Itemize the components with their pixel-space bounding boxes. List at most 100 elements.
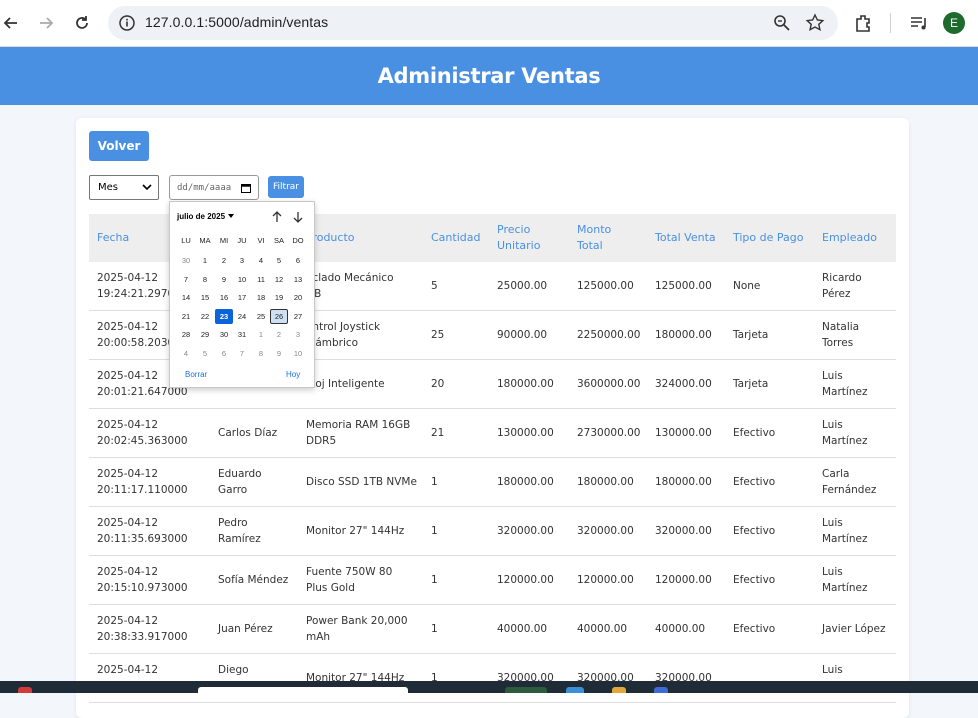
cantidad-cell: 21 bbox=[431, 427, 445, 439]
calendar-day[interactable]: 31 bbox=[233, 327, 251, 342]
calendar-day[interactable]: 1 bbox=[196, 253, 214, 268]
cantidad-cell: 25 bbox=[431, 329, 445, 341]
calendar-day[interactable]: 6 bbox=[215, 346, 233, 361]
fecha-cell: 2025-04-12 bbox=[97, 370, 159, 382]
header-cantidad: Cantidad bbox=[431, 231, 481, 244]
header-empleado: Empleado bbox=[822, 231, 877, 244]
empleado-cell: Javier López bbox=[822, 623, 886, 635]
cantidad-cell: 20 bbox=[431, 378, 445, 390]
taskbar-app-icon[interactable] bbox=[18, 687, 32, 693]
empleado-cell: Luis bbox=[822, 370, 843, 382]
calendar-day[interactable]: 26 bbox=[270, 308, 288, 324]
page-title: Administrar Ventas bbox=[377, 64, 601, 88]
header-precio-line2: Unitario bbox=[497, 239, 541, 252]
calendar-day[interactable]: 12 bbox=[270, 272, 288, 287]
calendar-day[interactable]: 7 bbox=[233, 346, 251, 361]
calendar-day[interactable]: 4 bbox=[177, 346, 195, 361]
calendar-day[interactable]: 3 bbox=[233, 253, 251, 268]
calendar-day[interactable]: 2 bbox=[270, 327, 288, 342]
precio-cell: 320000.00 bbox=[497, 525, 554, 537]
calendar-day[interactable]: 14 bbox=[177, 290, 195, 305]
calendar-day[interactable]: 4 bbox=[252, 253, 270, 268]
empleado-cell-line2: Pérez bbox=[822, 288, 851, 300]
fecha-cell-line2: 20:11:17.110000 bbox=[97, 484, 188, 496]
calendar-day[interactable]: 9 bbox=[215, 272, 233, 287]
address-bar[interactable]: 127.0.0.1:5000/admin/ventas bbox=[108, 6, 838, 40]
calendar-day[interactable]: 11 bbox=[252, 272, 270, 287]
extensions-icon[interactable] bbox=[853, 12, 875, 34]
caret-down-icon[interactable] bbox=[228, 214, 234, 219]
calendar-day[interactable]: 16 bbox=[215, 290, 233, 305]
calendar-day[interactable]: 24 bbox=[233, 309, 251, 324]
site-info-icon[interactable] bbox=[118, 14, 136, 32]
calendar-day[interactable]: 15 bbox=[196, 290, 214, 305]
reload-icon[interactable] bbox=[71, 12, 93, 34]
calendar-day[interactable]: 29 bbox=[196, 327, 214, 342]
calendar-day[interactable]: 30 bbox=[177, 253, 195, 268]
calendar-day[interactable]: 25 bbox=[252, 309, 270, 324]
calendar-day[interactable]: 28 bbox=[177, 327, 195, 342]
calendar-day[interactable]: 13 bbox=[289, 272, 307, 287]
forward-arrow-icon[interactable] bbox=[35, 12, 57, 34]
calendar-day[interactable]: 3 bbox=[289, 327, 307, 342]
datepicker-month-label[interactable]: julio de 2025 bbox=[177, 212, 225, 221]
calendar-day[interactable]: 9 bbox=[270, 346, 288, 361]
arrow-down-icon[interactable] bbox=[291, 210, 305, 224]
header-tipo-pago: Tipo de Pago bbox=[733, 231, 804, 244]
chevron-down-icon bbox=[142, 184, 152, 191]
calendar-day[interactable]: 7 bbox=[177, 272, 195, 287]
taskbar-app-icon[interactable] bbox=[654, 687, 668, 693]
date-input[interactable]: dd/mm/aaaa bbox=[169, 175, 259, 200]
arrow-up-icon[interactable] bbox=[270, 210, 284, 224]
period-select[interactable]: Mes bbox=[89, 175, 159, 200]
taskbar-app-icon[interactable] bbox=[566, 687, 584, 693]
calendar-day[interactable]: 19 bbox=[270, 290, 288, 305]
calendar-day[interactable]: 18 bbox=[252, 290, 270, 305]
calendar-day[interactable]: 30 bbox=[215, 327, 233, 342]
calendar-day[interactable]: 23 bbox=[215, 308, 233, 324]
calendar-icon[interactable] bbox=[241, 183, 251, 193]
weekday-label: DO bbox=[292, 236, 304, 245]
zoom-icon[interactable] bbox=[772, 13, 792, 33]
calendar-day[interactable]: 2 bbox=[215, 253, 233, 268]
calendar-day[interactable]: 5 bbox=[196, 346, 214, 361]
pago-cell: Tarjeta bbox=[733, 329, 769, 341]
cliente-cell-line2: Ramírez bbox=[218, 533, 261, 545]
calendar-day[interactable]: 10 bbox=[289, 346, 307, 361]
producto-cell-line2: mAh bbox=[306, 631, 331, 643]
calendar-day[interactable]: 20 bbox=[289, 290, 307, 305]
fecha-cell: 2025-04-12 bbox=[97, 664, 159, 676]
empleado-cell-line2: Martínez bbox=[822, 386, 868, 398]
calendar-day[interactable]: 21 bbox=[177, 309, 195, 324]
calendar-day[interactable]: 17 bbox=[233, 290, 251, 305]
calendar-day[interactable]: 10 bbox=[233, 272, 251, 287]
fecha-cell-line2: 20:00:58.2030 bbox=[97, 337, 175, 349]
fecha-cell: 2025-04-12 bbox=[97, 517, 159, 529]
calendar-day[interactable]: 5 bbox=[270, 253, 288, 268]
calendar-day[interactable]: 8 bbox=[252, 346, 270, 361]
empleado-cell-line2: Martínez bbox=[822, 533, 868, 545]
back-arrow-icon[interactable] bbox=[0, 12, 22, 34]
header-precio-line1: Precio bbox=[497, 223, 531, 236]
empleado-cell: Natalia bbox=[822, 321, 860, 333]
clear-date-link[interactable]: Borrar bbox=[185, 370, 207, 379]
calendar-day[interactable]: 8 bbox=[196, 272, 214, 287]
calendar-day[interactable]: 22 bbox=[196, 309, 214, 324]
bookmark-star-icon[interactable] bbox=[805, 13, 825, 33]
filter-button[interactable]: Filtrar bbox=[268, 176, 304, 198]
calendar-day[interactable]: 27 bbox=[289, 309, 307, 324]
calendar-day[interactable]: 1 bbox=[252, 327, 270, 342]
total-cell: 180000.00 bbox=[655, 476, 712, 488]
monto-cell: 180000.00 bbox=[577, 476, 634, 488]
taskbar-app-icon[interactable] bbox=[612, 687, 626, 693]
cliente-cell: Eduardo bbox=[218, 468, 262, 480]
fecha-cell: 2025-04-12 bbox=[97, 566, 159, 578]
taskbar-app-icon[interactable] bbox=[505, 687, 547, 693]
profile-avatar[interactable]: E bbox=[943, 12, 965, 34]
taskbar-search-box[interactable] bbox=[198, 687, 408, 693]
back-button[interactable]: Volver bbox=[89, 131, 149, 161]
calendar-day[interactable]: 6 bbox=[289, 253, 307, 268]
today-date-link[interactable]: Hoy bbox=[286, 370, 300, 379]
media-control-icon[interactable] bbox=[908, 12, 930, 34]
pago-cell: Tarjeta bbox=[733, 378, 769, 390]
